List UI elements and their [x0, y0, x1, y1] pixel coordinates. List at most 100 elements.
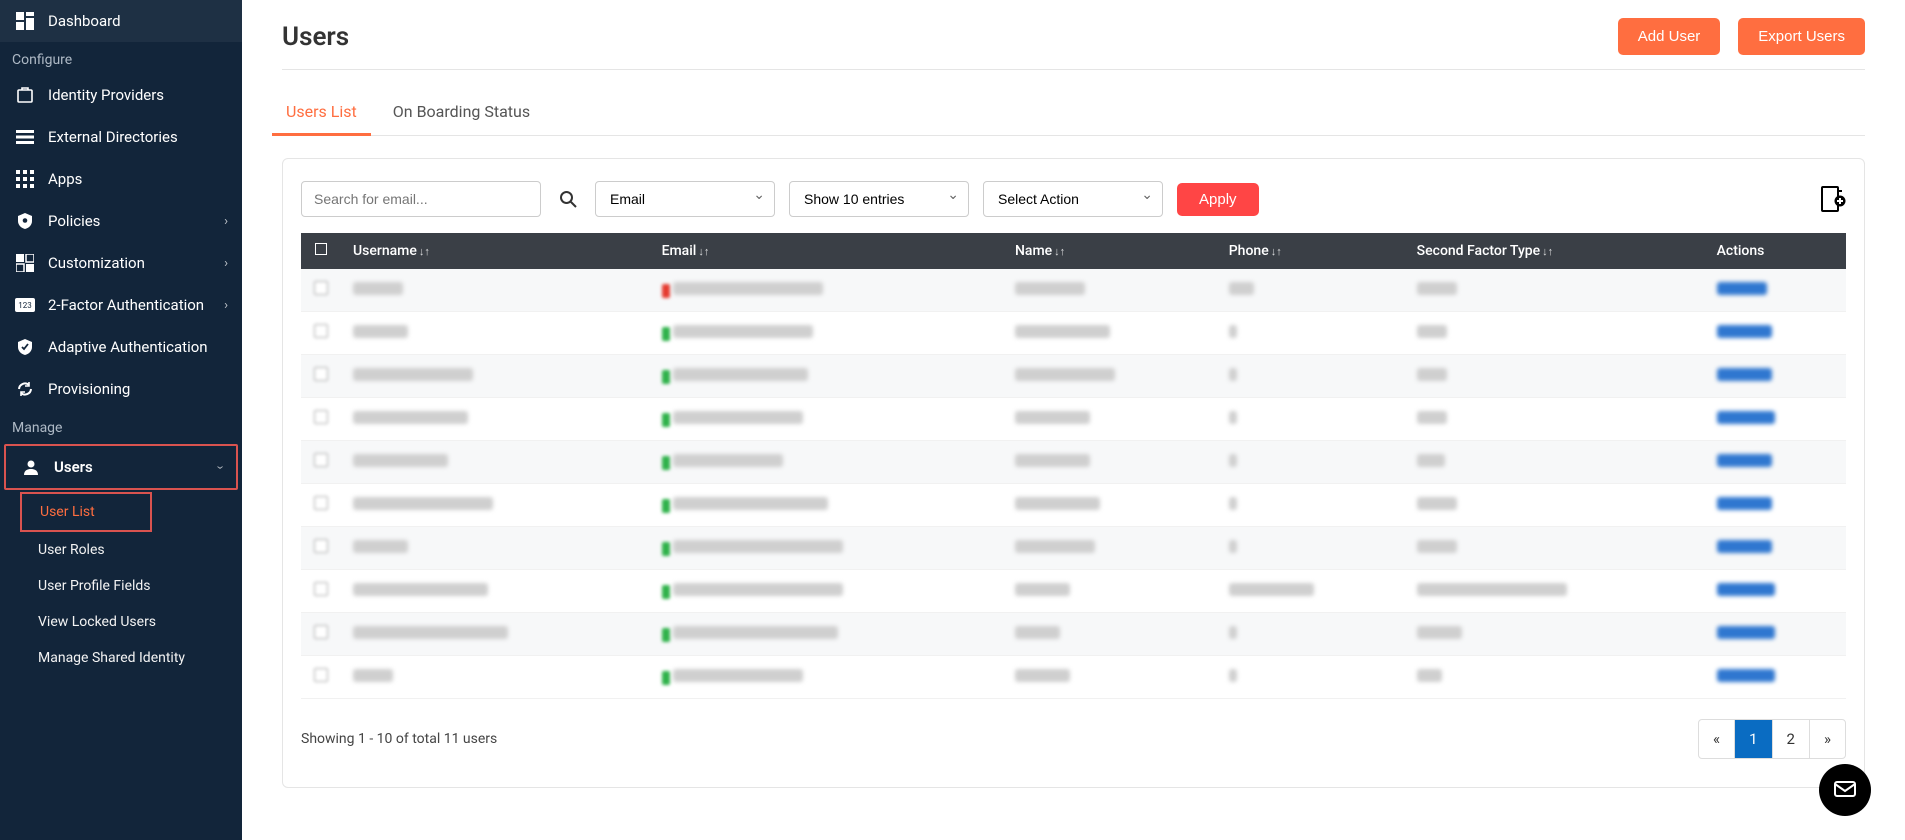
chevron-right-icon: › — [224, 214, 228, 229]
row-checkbox[interactable] — [314, 582, 328, 596]
users-table: Username↓↑ Email↓↑ Name↓↑ Phone↓↑ Second… — [301, 233, 1846, 699]
page-1[interactable]: 1 — [1735, 720, 1772, 758]
row-action[interactable] — [1717, 497, 1772, 510]
row-checkbox[interactable] — [314, 453, 328, 467]
sidebar-item-label: Adaptive Authentication — [48, 338, 228, 356]
sidebar: Dashboard Configure Identity Providers E… — [0, 0, 242, 840]
sidebar-item-label: 2-Factor Authentication — [48, 296, 224, 314]
row-action[interactable] — [1717, 282, 1767, 295]
sidebar-item-extdir[interactable]: External Directories — [0, 116, 242, 158]
table-row — [301, 570, 1846, 613]
idp-icon — [14, 86, 36, 104]
toolbar: Email Show 10 entries Select Action Appl… — [301, 181, 1846, 217]
table-row — [301, 441, 1846, 484]
sidebar-item-label: Users — [54, 458, 218, 476]
row-action[interactable] — [1717, 626, 1775, 639]
col-actions: Actions — [1705, 233, 1846, 269]
search-input[interactable] — [301, 181, 541, 217]
row-checkbox[interactable] — [314, 367, 328, 381]
table-row — [301, 355, 1846, 398]
table-row — [301, 656, 1846, 699]
row-action[interactable] — [1717, 454, 1772, 467]
col-phone[interactable]: Phone↓↑ — [1217, 233, 1405, 269]
tab-onboard[interactable]: On Boarding Status — [389, 88, 534, 135]
col-username[interactable]: Username↓↑ — [341, 233, 650, 269]
pagination: «12» — [1698, 719, 1846, 759]
page-header: Users Add User Export Users — [282, 18, 1865, 70]
sidebar-item-2fa[interactable]: 123 2-Factor Authentication › — [0, 284, 242, 326]
filter-field-select[interactable]: Email — [595, 181, 775, 217]
shield-check-icon — [14, 338, 36, 356]
select-all-header[interactable] — [301, 233, 341, 269]
add-file-icon[interactable] — [1818, 185, 1846, 213]
sidebar-item-apps[interactable]: Apps — [0, 158, 242, 200]
table-row — [301, 312, 1846, 355]
page-«[interactable]: « — [1699, 720, 1735, 758]
row-action[interactable] — [1717, 540, 1772, 553]
apps-icon — [14, 170, 36, 188]
sidebar-item-dashboard[interactable]: Dashboard — [0, 0, 242, 42]
page-title: Users — [282, 22, 1600, 52]
users-submenu: User ListUser RolesUser Profile FieldsVi… — [0, 492, 242, 676]
col-email[interactable]: Email↓↑ — [650, 233, 1003, 269]
chevron-down-icon: › — [213, 465, 228, 469]
sync-icon — [14, 380, 36, 398]
sidebar-item-policies[interactable]: Policies › — [0, 200, 242, 242]
sidebar-item-customization[interactable]: Customization › — [0, 242, 242, 284]
page-size-select[interactable]: Show 10 entries — [789, 181, 969, 217]
table-row — [301, 527, 1846, 570]
row-action[interactable] — [1717, 325, 1772, 338]
row-checkbox[interactable] — [314, 625, 328, 639]
row-checkbox[interactable] — [314, 496, 328, 510]
tabs: Users List On Boarding Status — [282, 88, 1865, 136]
table-row — [301, 269, 1846, 312]
sidebar-subitem-profilefields[interactable]: User Profile Fields — [38, 568, 242, 604]
sidebar-item-label: External Directories — [48, 128, 228, 146]
row-action[interactable] — [1717, 583, 1775, 596]
row-action[interactable] — [1717, 368, 1772, 381]
row-checkbox[interactable] — [314, 281, 328, 295]
sidebar-subitem-shared[interactable]: Manage Shared Identity — [38, 640, 242, 676]
sidebar-subitem-userroles[interactable]: User Roles — [38, 532, 242, 568]
list-icon — [14, 128, 36, 146]
sidebar-item-adaptive[interactable]: Adaptive Authentication — [0, 326, 242, 368]
showing-text: Showing 1 - 10 of total 11 users — [301, 731, 497, 747]
sidebar-section-manage: Manage — [0, 410, 242, 442]
sidebar-item-label: Apps — [48, 170, 228, 188]
chat-widget[interactable] — [1819, 764, 1871, 816]
sidebar-subitem-userlist[interactable]: User List — [20, 492, 152, 532]
users-panel: Email Show 10 entries Select Action Appl… — [282, 158, 1865, 788]
page-»[interactable]: » — [1810, 720, 1845, 758]
sidebar-item-label: Provisioning — [48, 380, 228, 398]
sidebar-item-label: Dashboard — [48, 12, 228, 30]
sidebar-item-label: Policies — [48, 212, 224, 230]
row-action[interactable] — [1717, 411, 1775, 424]
table-row — [301, 484, 1846, 527]
chevron-right-icon: › — [224, 256, 228, 271]
tab-list[interactable]: Users List — [282, 88, 361, 135]
sidebar-item-users[interactable]: Users › — [4, 444, 238, 490]
export-users-button[interactable]: Export Users — [1738, 18, 1865, 55]
dashboard-icon — [14, 12, 36, 30]
page-2[interactable]: 2 — [1773, 720, 1810, 758]
shield-gear-icon — [14, 212, 36, 230]
row-action[interactable] — [1717, 669, 1775, 682]
col-second-factor[interactable]: Second Factor Type↓↑ — [1405, 233, 1705, 269]
bulk-action-select[interactable]: Select Action — [983, 181, 1163, 217]
table-footer: Showing 1 - 10 of total 11 users «12» — [301, 719, 1846, 759]
svg-text:123: 123 — [18, 301, 32, 310]
add-user-button[interactable]: Add User — [1618, 18, 1721, 55]
row-checkbox[interactable] — [314, 410, 328, 424]
apply-button[interactable]: Apply — [1177, 183, 1259, 216]
row-checkbox[interactable] — [314, 324, 328, 338]
sidebar-item-idp[interactable]: Identity Providers — [0, 74, 242, 116]
col-name[interactable]: Name↓↑ — [1003, 233, 1217, 269]
row-checkbox[interactable] — [314, 539, 328, 553]
row-checkbox[interactable] — [314, 668, 328, 682]
search-button[interactable] — [555, 186, 581, 212]
sidebar-item-provisioning[interactable]: Provisioning — [0, 368, 242, 410]
123-icon: 123 — [14, 298, 36, 312]
customize-icon — [14, 254, 36, 272]
sidebar-subitem-locked[interactable]: View Locked Users — [38, 604, 242, 640]
main-content: Users Add User Export Users Users List On… — [242, 0, 1905, 840]
